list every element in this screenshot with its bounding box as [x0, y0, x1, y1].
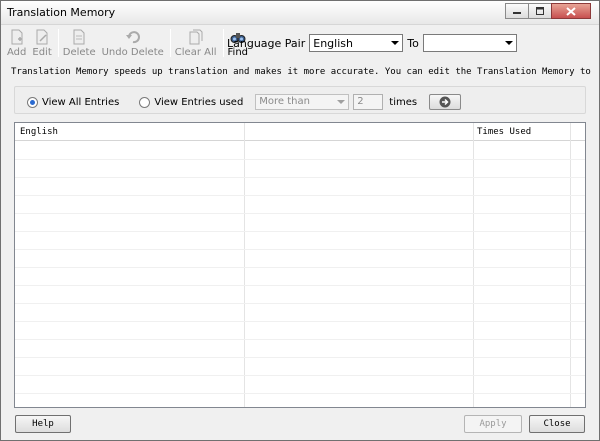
- translation-memory-table[interactable]: English Times Used: [14, 122, 586, 408]
- close-icon: [566, 6, 576, 16]
- arrow-right-icon: [439, 96, 451, 108]
- row-gridline: [15, 375, 585, 376]
- chevron-down-icon: [391, 41, 400, 45]
- language-pair-group: Language Pair English To: [227, 34, 517, 52]
- column-header-english[interactable]: English: [20, 127, 58, 137]
- apply-button[interactable]: Apply: [464, 415, 522, 433]
- edit-document-icon: [36, 29, 48, 45]
- add-button[interactable]: Add: [7, 29, 26, 58]
- delete-button[interactable]: Delete: [63, 29, 96, 58]
- add-document-icon: [11, 29, 23, 45]
- row-gridline: [15, 231, 585, 232]
- toolbar-separator: [222, 29, 224, 57]
- undo-delete-label: Undo Delete: [101, 47, 164, 58]
- column-divider: [244, 123, 245, 407]
- toolbar-separator: [57, 29, 59, 57]
- row-gridline: [15, 303, 585, 304]
- view-all-radio[interactable]: [27, 96, 38, 108]
- table-header: English Times Used: [15, 123, 585, 141]
- chevron-down-icon: [337, 100, 346, 104]
- source-language-value: English: [313, 37, 353, 50]
- row-gridline: [15, 357, 585, 358]
- filter-row: View All Entries View Entries used More …: [27, 94, 462, 110]
- clear-all-label: Clear All: [174, 47, 217, 58]
- to-label: To: [407, 36, 419, 50]
- row-gridline: [15, 339, 585, 340]
- maximize-button[interactable]: [528, 3, 552, 19]
- row-gridline: [15, 285, 585, 286]
- help-button[interactable]: Help: [15, 415, 71, 433]
- column-divider: [570, 123, 571, 407]
- target-language-select[interactable]: [422, 34, 517, 52]
- window-title: Translation Memory: [7, 6, 116, 19]
- row-gridline: [15, 159, 585, 160]
- row-gridline: [15, 249, 585, 250]
- language-pair-label: Language Pair: [227, 36, 306, 50]
- title-bar[interactable]: Translation Memory: [1, 1, 599, 25]
- undo-icon: [125, 31, 140, 44]
- row-gridline: [15, 393, 585, 394]
- edit-label: Edit: [32, 47, 52, 58]
- maximize-icon: [536, 7, 544, 15]
- apply-filter-button[interactable]: [429, 94, 462, 110]
- edit-button[interactable]: Edit: [32, 29, 52, 58]
- add-label: Add: [7, 47, 27, 58]
- comparison-value: More than: [259, 96, 310, 107]
- window-controls: [505, 3, 591, 19]
- toolbar-separator: [169, 29, 171, 57]
- row-gridline: [15, 177, 585, 178]
- times-label: times: [389, 96, 418, 108]
- chevron-down-icon: [504, 41, 513, 45]
- source-language-select[interactable]: English: [309, 34, 404, 52]
- clear-all-button[interactable]: Clear All: [175, 29, 217, 58]
- row-gridline: [15, 213, 585, 214]
- clear-all-icon: [189, 29, 203, 45]
- filter-options-panel: View All Entries View Entries used More …: [14, 86, 586, 114]
- minimize-icon: [513, 12, 521, 14]
- view-used-label[interactable]: View Entries used: [154, 97, 243, 108]
- minimize-button[interactable]: [505, 3, 529, 19]
- times-count-input[interactable]: 2: [353, 94, 384, 110]
- row-gridline: [15, 267, 585, 268]
- translation-memory-window: Translation Memory Add Edit Delete Undo …: [0, 0, 600, 441]
- close-window-button[interactable]: [551, 3, 591, 19]
- view-all-label[interactable]: View All Entries: [42, 97, 119, 108]
- toolbar: Add Edit Delete Undo Delete Clear All Fi…: [7, 29, 254, 59]
- row-gridline: [15, 321, 585, 322]
- row-gridline: [15, 195, 585, 196]
- view-used-radio[interactable]: [139, 96, 151, 108]
- column-header-times-used[interactable]: Times Used: [477, 127, 531, 137]
- undo-delete-button[interactable]: Undo Delete: [102, 29, 164, 58]
- info-description: Translation Memory speeds up translation…: [11, 67, 596, 77]
- comparison-select[interactable]: More than: [255, 94, 350, 110]
- delete-label: Delete: [62, 47, 96, 58]
- close-button[interactable]: Close: [529, 415, 585, 433]
- column-divider: [473, 123, 474, 407]
- delete-document-icon: [73, 29, 85, 45]
